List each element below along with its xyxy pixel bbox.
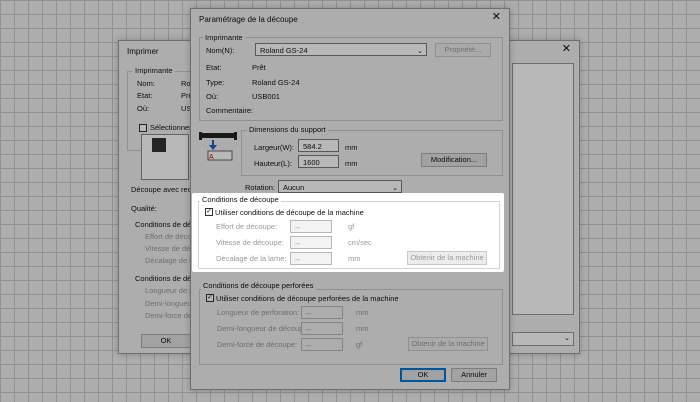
- type-value: Roland GS-24: [252, 78, 300, 87]
- support-group-label: Dimensions du support: [247, 125, 328, 134]
- dialog-title: Paramétrage de la découpe: [199, 15, 298, 24]
- printer-name-select[interactable]: Roland GS-24 ⌄: [255, 43, 427, 56]
- height-unit: mm: [345, 159, 358, 168]
- cutter-icon: A: [199, 131, 239, 161]
- cut-group-label: Conditions de découpe: [200, 195, 281, 204]
- half-length-input[interactable]: --: [301, 322, 343, 335]
- print-bottom-combo[interactable]: ⌄: [512, 332, 574, 346]
- print-where-label: Où:: [137, 104, 150, 113]
- print-name-label: Nom:: [137, 79, 155, 88]
- speed-input[interactable]: --: [290, 236, 332, 249]
- perf-use-machine-label: Utiliser conditions de découpe perforées…: [216, 294, 399, 303]
- width-label: Largeur(W):: [254, 143, 295, 152]
- cut-use-machine-checkbox[interactable]: ✓: [205, 208, 213, 216]
- print-blade-label: Décalage de la: [145, 256, 196, 265]
- speed-unit: cm/sec: [348, 238, 372, 247]
- printer-group-label: Imprimante: [203, 33, 245, 42]
- print-dialog-close-icon[interactable]: ✕: [562, 44, 571, 55]
- type-label: Type:: [206, 78, 225, 87]
- cancel-button[interactable]: Annuler: [451, 368, 497, 382]
- cut-conditions-highlight: Conditions de découpe ✓ Utiliser conditi…: [192, 193, 504, 272]
- perf-use-machine-checkbox[interactable]: ✓: [206, 294, 214, 302]
- perf-length-unit: mm: [356, 308, 369, 317]
- perf-length-label: Longueur de perforation:: [217, 308, 300, 317]
- width-unit: mm: [345, 143, 358, 152]
- properties-button[interactable]: Propriété...: [435, 43, 491, 57]
- print-preview-box: [141, 134, 189, 180]
- chevron-down-icon: ⌄: [564, 335, 570, 342]
- close-icon[interactable]: ✕: [492, 12, 501, 23]
- rotation-label: Rotation:: [245, 183, 276, 192]
- half-length-unit: mm: [356, 324, 369, 333]
- print-preview-area: [512, 63, 574, 315]
- modification-button[interactable]: Modification...: [421, 153, 487, 167]
- force-input[interactable]: --: [290, 220, 332, 233]
- printer-name-label: Nom(N):: [206, 46, 235, 55]
- state-value: Prêt: [252, 63, 266, 72]
- chevron-down-icon: ⌄: [417, 48, 423, 55]
- print-select-checkbox[interactable]: [139, 124, 147, 132]
- get-machine-button[interactable]: Obtenir de la machine: [407, 251, 487, 265]
- half-length-label: Demi-longueur de découpe:: [217, 324, 310, 333]
- cut-use-machine-label: Utiliser conditions de découpe de la mac…: [215, 208, 364, 217]
- force-unit: gf: [348, 222, 355, 231]
- perf-length-input[interactable]: --: [301, 306, 343, 319]
- print-state-label: Etat:: [137, 91, 153, 100]
- half-force-unit: gf: [356, 340, 363, 349]
- blade-unit: mm: [348, 254, 361, 263]
- ok-button[interactable]: OK: [400, 368, 446, 382]
- where-value: USB001: [252, 92, 280, 101]
- rotation-select[interactable]: Aucun ⌄: [278, 180, 402, 193]
- print-ok-button[interactable]: OK: [141, 334, 191, 348]
- get-machine-button-2[interactable]: Obtenir de la machine: [408, 337, 488, 351]
- print-preview-square: [152, 138, 166, 152]
- height-label: Hauteur(L):: [254, 159, 292, 168]
- height-input[interactable]: 1600: [298, 155, 339, 168]
- svg-text:A: A: [209, 154, 214, 161]
- print-quality-label: Qualité:: [131, 204, 157, 213]
- printer-name-value: Roland GS-24: [260, 46, 308, 55]
- rotation-value: Aucun: [283, 183, 305, 192]
- half-force-label: Demi-force de découpe:: [217, 340, 298, 349]
- print-dialog-title: Imprimer: [127, 47, 159, 56]
- perf-group-label: Conditions de découpe perforées: [201, 281, 316, 290]
- half-force-input[interactable]: --: [301, 338, 343, 351]
- force-label: Effort de découpe:: [216, 222, 278, 231]
- state-label: Etat:: [206, 63, 222, 72]
- speed-label: Vitesse de découpe:: [216, 238, 284, 247]
- print-printer-group-label: Imprimante: [133, 66, 175, 75]
- blade-input[interactable]: --: [290, 252, 332, 265]
- where-label: Où:: [206, 92, 219, 101]
- comment-label: Commentaire:: [206, 106, 254, 115]
- blade-label: Décalage de la lame:: [216, 254, 287, 263]
- width-input[interactable]: 584.2: [298, 139, 339, 152]
